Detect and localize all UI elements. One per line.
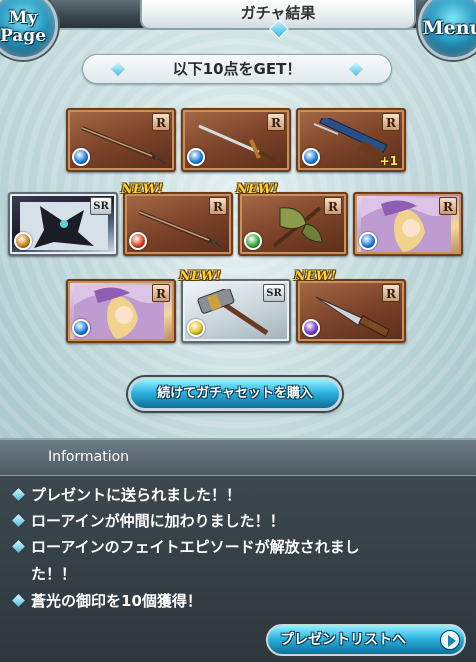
result-card-weapon[interactable]: R — [66, 108, 176, 172]
result-card-weapon[interactable]: SR NEW! — [179, 269, 291, 343]
rarity-badge: R — [267, 113, 285, 131]
water-element-icon — [72, 319, 90, 337]
water-element-icon — [359, 232, 377, 250]
result-card-character[interactable]: R — [66, 279, 176, 343]
diamond-left-icon — [110, 61, 126, 77]
diamond-bullet-icon — [12, 540, 25, 553]
rarity-badge: SR — [90, 197, 112, 215]
get-banner-text: 以下10点をGET！ — [172, 60, 302, 78]
rarity-badge: R — [382, 113, 400, 131]
result-card-weapon[interactable]: R NEW! — [236, 182, 348, 256]
rarity-badge: R — [382, 284, 400, 302]
new-badge: NEW! — [121, 182, 164, 197]
information-panel: Information プレゼントに送られました！！ ローアインが仲間に加わりま… — [0, 438, 476, 662]
result-card-weapon[interactable]: R NEW! — [294, 269, 406, 343]
plus-bonus-label: +1 — [379, 154, 398, 168]
diamond-right-icon — [348, 61, 364, 77]
result-card-character[interactable]: R — [353, 192, 463, 256]
result-card-weapon[interactable]: R — [181, 108, 291, 172]
info-line-continued: た！！ — [31, 565, 77, 583]
mypage-label-line1: My — [8, 8, 38, 28]
buy-gacha-set-label: 続けてガチャセットを購入 — [157, 386, 313, 401]
present-list-label: プレゼントリストへ — [280, 632, 406, 648]
water-element-icon — [187, 148, 205, 166]
present-list-button[interactable]: プレゼントリストへ — [266, 624, 466, 656]
result-card-weapon[interactable]: R NEW! — [121, 182, 233, 256]
info-line: プレゼントに送られました！！ — [12, 485, 454, 505]
arrow-right-icon — [440, 630, 460, 650]
diamond-bullet-icon — [12, 488, 25, 501]
information-header: Information — [0, 440, 476, 476]
rarity-badge: R — [152, 113, 170, 131]
result-card-weapon[interactable]: R +1 — [296, 108, 406, 172]
new-badge: NEW! — [294, 269, 337, 284]
fire-element-icon — [129, 232, 147, 250]
new-badge: NEW! — [236, 182, 279, 197]
buy-gacha-set-button[interactable]: 続けてガチャセットを購入 — [128, 377, 342, 411]
info-line: ローアインのフェイトエピソードが解放されまし — [12, 537, 454, 557]
information-heading: Information — [48, 449, 130, 465]
mypage-label-line2: Page — [0, 26, 47, 46]
rarity-badge: SR — [263, 284, 285, 302]
new-badge: NEW! — [179, 269, 222, 284]
mypage-button[interactable]: My Page — [0, 0, 58, 60]
rarity-badge: R — [324, 197, 342, 215]
menu-button[interactable]: Menu — [418, 0, 476, 60]
light-element-icon — [187, 319, 205, 337]
rarity-badge: R — [152, 284, 170, 302]
info-line: 蒼光の御印を10個獲得！ — [12, 591, 454, 611]
earth-element-icon — [14, 232, 32, 250]
dark-element-icon — [302, 319, 320, 337]
rarity-badge: R — [439, 197, 457, 215]
water-element-icon — [302, 148, 320, 166]
header-bar: ガチャ結果 — [40, 0, 436, 39]
get-result-banner: 以下10点をGET！ — [82, 54, 392, 84]
gacha-result-screen: ガチャ結果 My Page Menu 以下10点をGET！ R R R +1 SR R NE… — [0, 0, 476, 662]
diamond-bullet-icon — [12, 514, 25, 527]
header-jewel-icon — [269, 19, 289, 39]
rarity-badge: R — [209, 197, 227, 215]
wind-element-icon — [244, 232, 262, 250]
water-element-icon — [72, 148, 90, 166]
result-card-summon[interactable]: SR — [8, 192, 118, 256]
diamond-bullet-icon — [12, 594, 25, 607]
info-line: ローアインが仲間に加わりました！！ — [12, 511, 454, 531]
header-title-plate: ガチャ結果 — [140, 0, 416, 39]
menu-label: Menu — [422, 17, 476, 39]
